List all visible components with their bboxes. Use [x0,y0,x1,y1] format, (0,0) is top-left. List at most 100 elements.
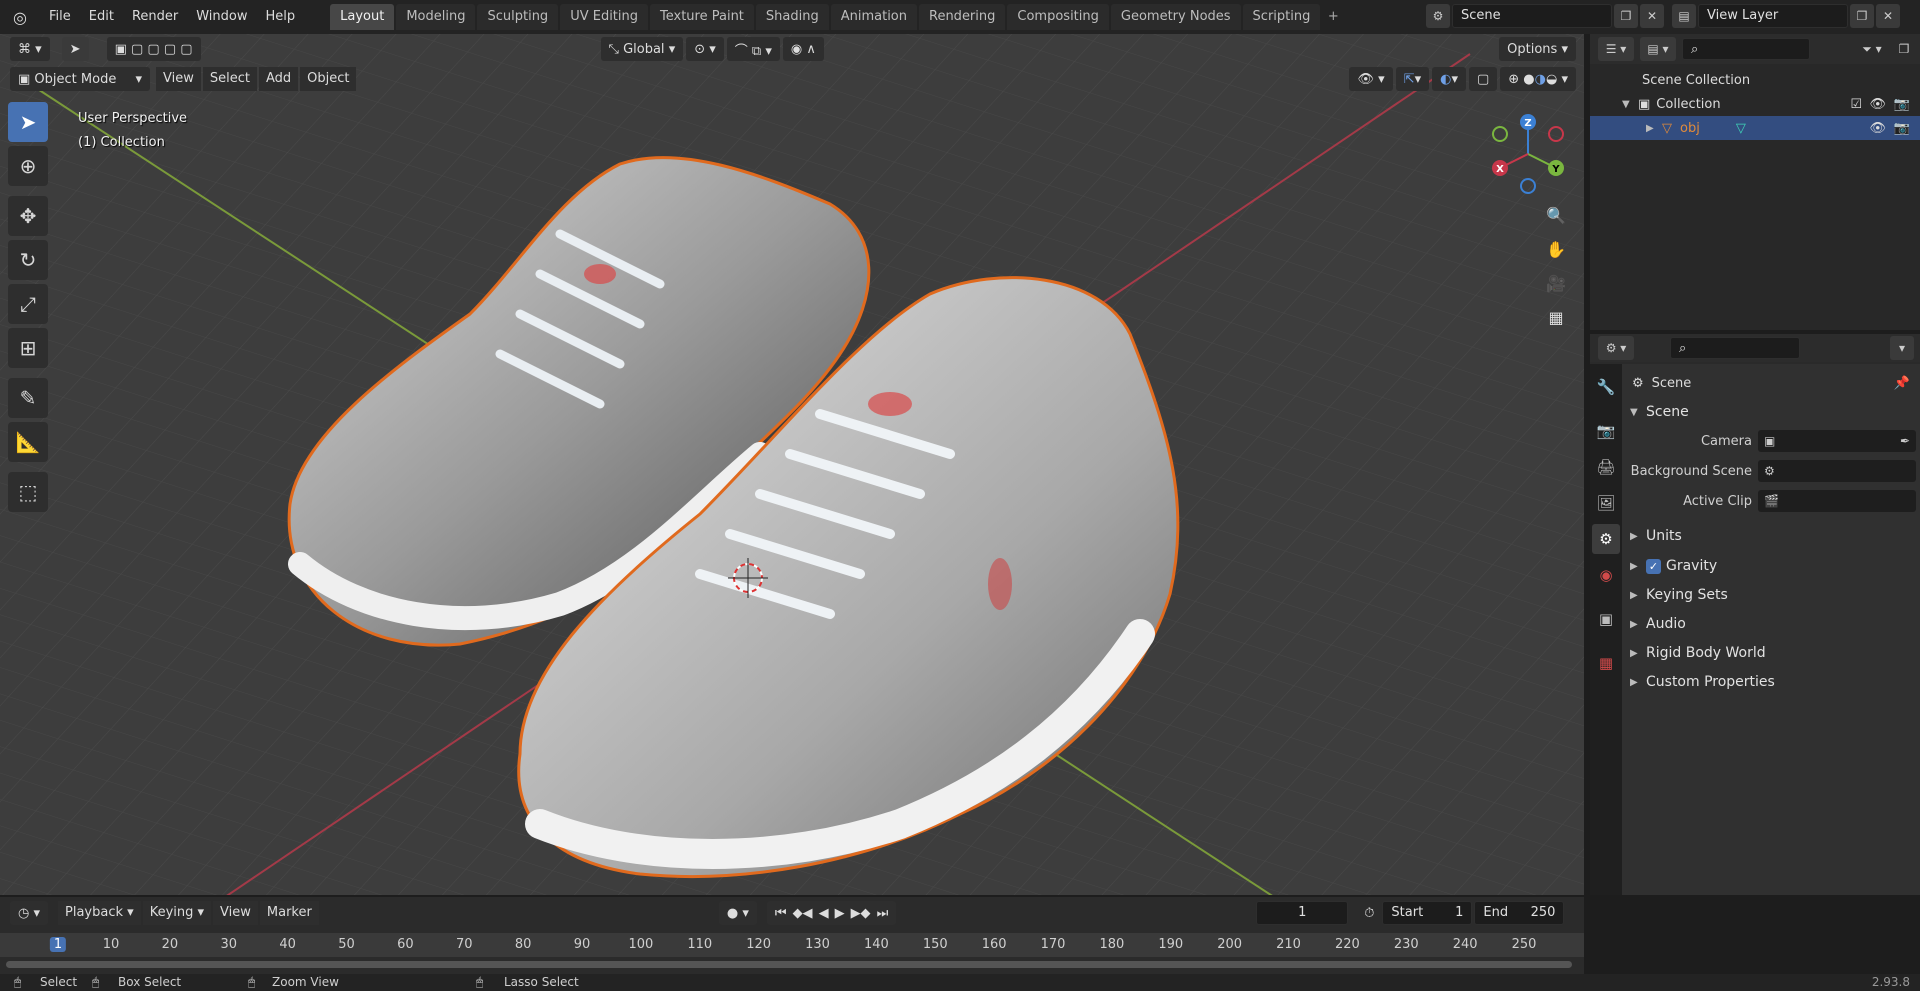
menu-playback[interactable]: Playback ▾ [58,901,141,925]
exclude-checkbox-icon[interactable]: ☑ [1850,97,1862,112]
neg-y-axis-icon[interactable] [1492,126,1508,142]
panel-scene-header[interactable]: ▼ Scene [1630,398,1912,426]
scene-copy-icon[interactable]: ❐ [1614,4,1638,28]
world-tab-icon[interactable]: ◉ [1592,560,1620,590]
scene-tab-icon[interactable]: ⚙ [1592,524,1620,554]
scene-name-field[interactable]: Scene [1452,4,1612,28]
visibility-icon[interactable]: 👁 ▾ [1349,67,1393,91]
gravity-checkbox[interactable]: ✓ [1646,558,1661,574]
properties-options-icon[interactable]: ▾ [1890,336,1914,360]
timeline-scrollbar[interactable] [6,961,1572,968]
camera-field[interactable]: ▣ ✒ [1758,430,1916,452]
menu-view[interactable]: View [156,67,201,91]
select-tool-icon[interactable]: ➤ [8,102,48,142]
gizmo-toggle-icon[interactable]: ⇱ ▾ [1395,67,1430,91]
scale-tool-icon[interactable]: ⤢ [8,284,48,324]
proportional-edit-icon[interactable]: ◉ ∧ [782,37,824,61]
editor-type-icon[interactable]: ⌘ ▾ [10,37,50,61]
shading-modes-icon[interactable]: ⊕ ● ◑ ◒ ▾ [1500,67,1576,91]
panel-gravity-header[interactable]: ▶ ✓ Gravity [1630,552,1912,580]
eye-icon[interactable]: 👁 [1869,121,1886,136]
measure-tool-icon[interactable]: 📐 [8,422,48,462]
new-collection-icon[interactable]: ❐ [1892,37,1916,61]
properties-search-input[interactable]: ⌕ [1670,337,1800,359]
panel-units-header[interactable]: ▶ Units [1630,522,1912,550]
outliner-row-collection[interactable]: ▼ ▣ Collection ☑ 👁 📷 [1590,92,1920,116]
camera-view-icon[interactable]: 🎥 [1542,268,1570,298]
tab-animation[interactable]: Animation [830,4,917,30]
output-tab-icon[interactable]: 🖨 [1592,452,1620,482]
menu-render[interactable]: Render [123,0,187,34]
render-camera-icon[interactable]: 📷 [1894,121,1910,136]
menu-select[interactable]: Select [202,67,257,91]
blender-logo-icon[interactable]: ◎ [0,0,40,34]
scene-remove-icon[interactable]: ✕ [1640,4,1664,28]
filter-icon[interactable]: ⏷ ▾ [1854,37,1890,61]
prev-keyframe-icon[interactable]: ◆◀ [793,906,813,921]
pivot-point-icon[interactable]: ⊙ ▾ [686,37,724,61]
annotate-tool-icon[interactable]: ✎ [8,378,48,418]
outliner-row-scene-collection[interactable]: Scene Collection [1590,68,1920,92]
view-layer-copy-icon[interactable]: ❐ [1850,4,1874,28]
outliner-search-input[interactable]: ⌕ [1682,38,1810,60]
add-workspace-button[interactable]: + [1322,4,1344,30]
timeline-editor-type-icon[interactable]: ◷ ▾ [10,901,49,925]
active-clip-field[interactable]: 🎬 [1758,490,1916,512]
mode-select[interactable]: ▣ Object Mode ▾ [10,67,150,91]
tab-rendering[interactable]: Rendering [919,4,1006,30]
panel-keying-sets-header[interactable]: ▶ Keying Sets [1630,581,1912,609]
start-frame-field[interactable]: Start 1 [1382,901,1473,925]
xray-icon[interactable]: ▢ [1468,67,1498,91]
render-tab-icon[interactable]: 📷 [1592,416,1620,446]
preview-range-clock-icon[interactable]: ⏱ [1356,901,1382,925]
tab-compositing[interactable]: Compositing [1007,4,1109,30]
zoom-icon[interactable]: 🔍 [1542,200,1570,230]
pin-icon[interactable]: 📌 [1894,376,1910,391]
cursor-tool-icon[interactable]: ⊕ [8,146,48,186]
tab-layout[interactable]: Layout [330,4,395,30]
neg-z-axis-icon[interactable] [1520,178,1536,194]
jump-end-icon[interactable]: ⏭ [877,906,889,921]
move-tool-icon[interactable]: ✥ [8,196,48,236]
pan-hand-icon[interactable]: ✋ [1542,234,1570,264]
outliner-row-obj[interactable]: ▶ ▽ obj ▽ 👁 📷 [1590,116,1920,140]
transform-orientation-select[interactable]: ⤡ Global ▾ [600,37,684,61]
timeline-ruler[interactable]: 1 10 20 30 40 50 60 70 80 90 100 110 120 130 140 150 160… [0,933,1584,957]
tab-scripting[interactable]: Scripting [1242,4,1321,30]
texture-tab-icon[interactable]: ▦ [1592,648,1620,678]
play-icon[interactable]: ▶ [835,906,845,921]
view-layer-browse-icon[interactable]: ▤ [1672,4,1696,28]
outliner-editor-type-icon[interactable]: ☰ ▾ [1598,37,1634,61]
menu-window[interactable]: Window [187,0,256,34]
rotate-tool-icon[interactable]: ↻ [8,240,48,280]
end-frame-field[interactable]: End 250 [1474,901,1565,925]
panel-rigid-body-header[interactable]: ▶ Rigid Body World [1630,639,1912,667]
view-layer-tab-icon[interactable]: 🖼 [1592,488,1620,518]
panel-audio-header[interactable]: ▶ Audio [1630,610,1912,638]
scene-browse-icon[interactable]: ⚙ [1426,4,1450,28]
view-layer-name-field[interactable]: View Layer [1698,4,1848,28]
view-layer-remove-icon[interactable]: ✕ [1876,4,1900,28]
background-scene-field[interactable]: ⚙ [1758,460,1916,482]
eye-icon[interactable]: 👁 [1869,97,1886,112]
select-mode-arrow-icon[interactable]: ➤ [61,37,89,61]
tab-uv-editing[interactable]: UV Editing [560,4,649,30]
menu-timeline-view[interactable]: View [213,901,258,925]
options-button[interactable]: Options ▾ [1499,37,1576,61]
menu-help[interactable]: Help [257,0,305,34]
tool-tab-icon[interactable]: 🔧 [1592,372,1620,402]
menu-keying[interactable]: Keying ▾ [142,901,212,925]
chevron-right-icon[interactable]: ▶ [1646,123,1662,134]
panel-custom-props-header[interactable]: ▶ Custom Properties [1630,668,1912,696]
add-cube-tool-icon[interactable]: ⬚ [8,472,48,512]
ortho-grid-icon[interactable]: ▦ [1542,302,1570,332]
current-frame-field[interactable]: 1 [1256,901,1349,925]
select-box-mode-icon[interactable]: ▣ ▢ ▢ ▢ ▢ [106,37,201,61]
tab-sculpting[interactable]: Sculpting [477,4,559,30]
menu-edit[interactable]: Edit [80,0,123,34]
menu-file[interactable]: File [40,0,80,34]
menu-object[interactable]: Object [300,67,357,91]
3d-viewport[interactable]: ⌘ ▾ ➤ ▣ ▢ ▢ ▢ ▢ ⤡ Global ▾ ⊙ ▾ ⌒ ⧉ ▾ ◉ ∧… [0,34,1584,895]
next-keyframe-icon[interactable]: ▶◆ [851,906,871,921]
chevron-down-icon[interactable]: ▼ [1622,99,1638,110]
